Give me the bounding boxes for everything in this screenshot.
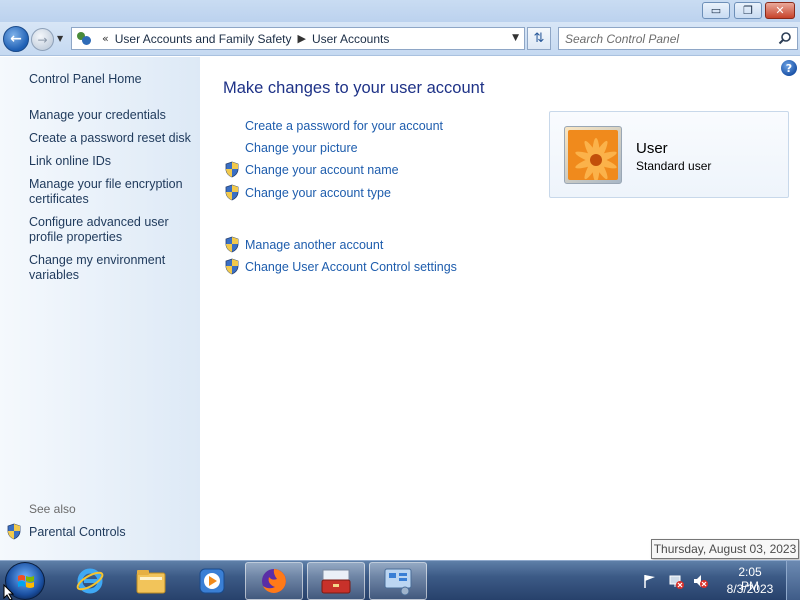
breadcrumb-user-accounts[interactable]: User Accounts bbox=[312, 32, 389, 46]
uac-settings-link[interactable]: Change User Account Control settings bbox=[245, 260, 457, 274]
uac-shield-icon bbox=[7, 523, 21, 540]
file-encryption-certificates-link[interactable]: Manage your file encryption certificates bbox=[29, 177, 194, 207]
show-desktop-button[interactable] bbox=[786, 561, 800, 600]
action-center-flag-icon[interactable] bbox=[642, 573, 658, 589]
forward-button[interactable]: → bbox=[31, 28, 54, 51]
address-dropdown-icon[interactable]: ▼ bbox=[512, 33, 519, 43]
search-box[interactable] bbox=[558, 27, 798, 50]
uac-shield-icon bbox=[225, 236, 239, 253]
control-panel-window: ▭ ❐ ✕ ← → ▼ « User Accounts and Family S… bbox=[0, 0, 800, 560]
search-icon[interactable] bbox=[778, 31, 792, 45]
breadcrumb-overflow[interactable]: « bbox=[102, 32, 109, 45]
control-panel-button[interactable] bbox=[369, 562, 427, 600]
internet-explorer-button[interactable] bbox=[61, 562, 119, 600]
firefox-button[interactable] bbox=[245, 562, 303, 600]
uac-settings-task[interactable]: Change User Account Control settings bbox=[224, 258, 457, 275]
create-password-task[interactable]: Create a password for your account bbox=[224, 117, 443, 134]
environment-variables-link[interactable]: Change my environment variables bbox=[29, 253, 194, 283]
internet-explorer-icon bbox=[76, 568, 104, 594]
refresh-button[interactable]: ⇅ bbox=[527, 27, 551, 50]
page-title: Make changes to your user account bbox=[223, 79, 485, 97]
change-picture-link[interactable]: Change your picture bbox=[245, 141, 358, 155]
uac-shield-icon bbox=[225, 184, 239, 201]
change-account-name-task[interactable]: Change your account name bbox=[224, 161, 399, 178]
close-button[interactable]: ✕ bbox=[765, 2, 795, 19]
change-account-name-link[interactable]: Change your account name bbox=[245, 163, 399, 177]
windows-logo-icon bbox=[18, 575, 34, 588]
manage-credentials-link[interactable]: Manage your credentials bbox=[29, 108, 194, 123]
user-name: User bbox=[636, 140, 668, 157]
clock-tooltip: Thursday, August 03, 2023 bbox=[651, 539, 799, 559]
change-picture-task[interactable]: Change your picture bbox=[224, 139, 358, 156]
change-account-type-task[interactable]: Change your account type bbox=[224, 184, 391, 201]
help-icon[interactable]: ? bbox=[781, 60, 797, 76]
address-bar[interactable]: « User Accounts and Family Safety ▶ User… bbox=[71, 27, 525, 50]
toolbox-icon bbox=[321, 569, 351, 594]
firefox-icon bbox=[262, 569, 286, 593]
breadcrumb-separator-icon[interactable]: ▶ bbox=[297, 32, 305, 45]
mouse-cursor-icon bbox=[3, 584, 15, 600]
parental-controls-link[interactable]: Parental Controls bbox=[6, 523, 126, 540]
user-account-type: Standard user bbox=[636, 159, 712, 173]
control-panel-home-link[interactable]: Control Panel Home bbox=[29, 72, 194, 87]
main-content: ? Make changes to your user account Crea… bbox=[200, 57, 800, 560]
link-online-ids-link[interactable]: Link online IDs bbox=[29, 154, 194, 169]
taskbar bbox=[0, 560, 800, 600]
uac-shield-icon bbox=[225, 258, 239, 275]
user-picture bbox=[564, 126, 622, 184]
advanced-profile-properties-link[interactable]: Configure advanced user profile properti… bbox=[29, 215, 194, 245]
maximize-button[interactable]: ❐ bbox=[734, 2, 762, 19]
volume-muted-icon[interactable] bbox=[692, 573, 708, 589]
toolbox-button[interactable] bbox=[307, 562, 365, 600]
back-button[interactable]: ← bbox=[3, 26, 29, 52]
file-explorer-button[interactable] bbox=[122, 562, 180, 600]
manage-another-account-link[interactable]: Manage another account bbox=[245, 238, 383, 252]
uac-shield-icon bbox=[225, 161, 239, 178]
media-player-icon bbox=[199, 568, 225, 594]
network-disconnected-icon[interactable] bbox=[668, 573, 684, 589]
sidebar: Control Panel Home Manage your credentia… bbox=[0, 57, 200, 560]
create-password-link[interactable]: Create a password for your account bbox=[245, 119, 443, 133]
change-account-type-link[interactable]: Change your account type bbox=[245, 186, 391, 200]
recent-pages-dropdown-icon[interactable]: ▼ bbox=[57, 34, 63, 43]
user-accounts-icon bbox=[76, 31, 92, 47]
file-explorer-icon bbox=[136, 570, 166, 594]
flower-picture-icon bbox=[568, 130, 618, 182]
title-bar[interactable]: ▭ ❐ ✕ bbox=[0, 0, 800, 22]
navigation-bar: ← → ▼ « User Accounts and Family Safety … bbox=[0, 22, 800, 56]
control-panel-icon bbox=[384, 568, 412, 596]
see-also-heading: See also bbox=[29, 502, 76, 516]
parental-controls-label[interactable]: Parental Controls bbox=[29, 525, 126, 539]
manage-another-account-task[interactable]: Manage another account bbox=[224, 236, 383, 253]
breadcrumb-user-accounts-family-safety[interactable]: User Accounts and Family Safety bbox=[115, 32, 292, 46]
media-player-button[interactable] bbox=[183, 562, 241, 600]
user-account-card: User Standard user bbox=[549, 111, 789, 198]
search-input[interactable] bbox=[565, 31, 775, 46]
password-reset-disk-link[interactable]: Create a password reset disk bbox=[29, 131, 194, 146]
minimize-button[interactable]: ▭ bbox=[702, 2, 730, 19]
clock-date[interactable]: 8/3/2023 bbox=[722, 582, 778, 596]
